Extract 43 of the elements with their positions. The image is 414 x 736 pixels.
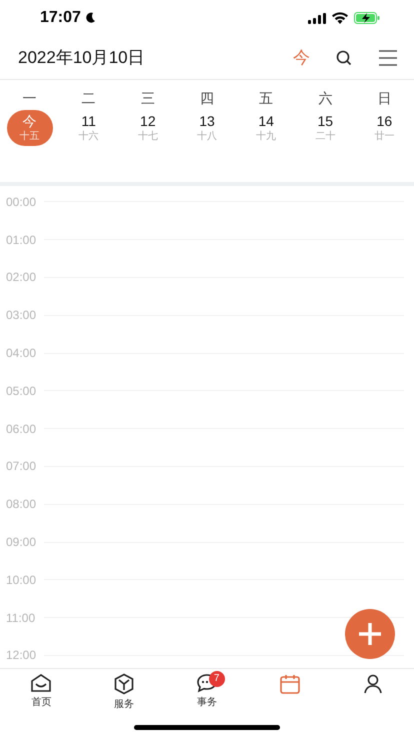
hour-label: 07:00 xyxy=(5,458,38,476)
hour-label: 11:00 xyxy=(5,610,36,627)
day-cell[interactable]: 13 十八 xyxy=(184,110,230,146)
calendar-icon xyxy=(278,673,301,695)
add-button[interactable] xyxy=(345,609,395,659)
person-icon xyxy=(362,673,384,695)
day-cell[interactable]: 16 廿一 xyxy=(361,110,408,146)
tab-item[interactable]: 服务 xyxy=(109,673,140,712)
weekday-label: 一 xyxy=(22,89,37,108)
menu-icon[interactable] xyxy=(378,48,398,66)
hour-label: 03:00 xyxy=(5,307,38,324)
badge: 7 xyxy=(208,671,225,687)
hour-label: 05:00 xyxy=(5,382,38,400)
search-icon[interactable] xyxy=(336,50,352,66)
moon-icon xyxy=(84,12,96,24)
day-cell[interactable]: 12 十七 xyxy=(124,110,171,146)
signal-icon xyxy=(308,12,326,24)
weekday-label: 日 xyxy=(377,89,392,108)
tab-item[interactable]: 首页 xyxy=(26,673,56,712)
plus-icon xyxy=(358,622,382,646)
hour-label: 12:00 xyxy=(5,647,38,664)
day-cell[interactable]: 11 十六 xyxy=(66,110,112,146)
status-time: 17:07 xyxy=(40,8,81,28)
weekday-label: 五 xyxy=(259,89,274,108)
hour-label: 06:00 xyxy=(5,420,38,438)
day-cell[interactable]: 14 十九 xyxy=(243,110,290,146)
day-cell[interactable]: 15 二十 xyxy=(302,110,348,146)
hour-label: 08:00 xyxy=(5,496,38,514)
weekday-label: 六 xyxy=(318,89,332,108)
hour-label: 00:00 xyxy=(5,194,38,211)
weekday-label: 二 xyxy=(82,89,96,108)
cube-icon xyxy=(113,673,136,695)
date-title: 2022年10月10日 xyxy=(18,46,146,69)
hour-label: 10:00 xyxy=(5,572,38,589)
weekday-label: 四 xyxy=(200,89,214,108)
hour-label: 01:00 xyxy=(5,232,38,249)
hour-label: 02:00 xyxy=(5,269,38,286)
hour-label: 09:00 xyxy=(5,534,38,552)
hour-label: 04:00 xyxy=(5,345,38,362)
weekday-label: 三 xyxy=(140,89,155,108)
envelope-icon xyxy=(30,673,52,693)
battery-charging-icon xyxy=(354,12,380,24)
wifi-icon xyxy=(332,12,348,24)
